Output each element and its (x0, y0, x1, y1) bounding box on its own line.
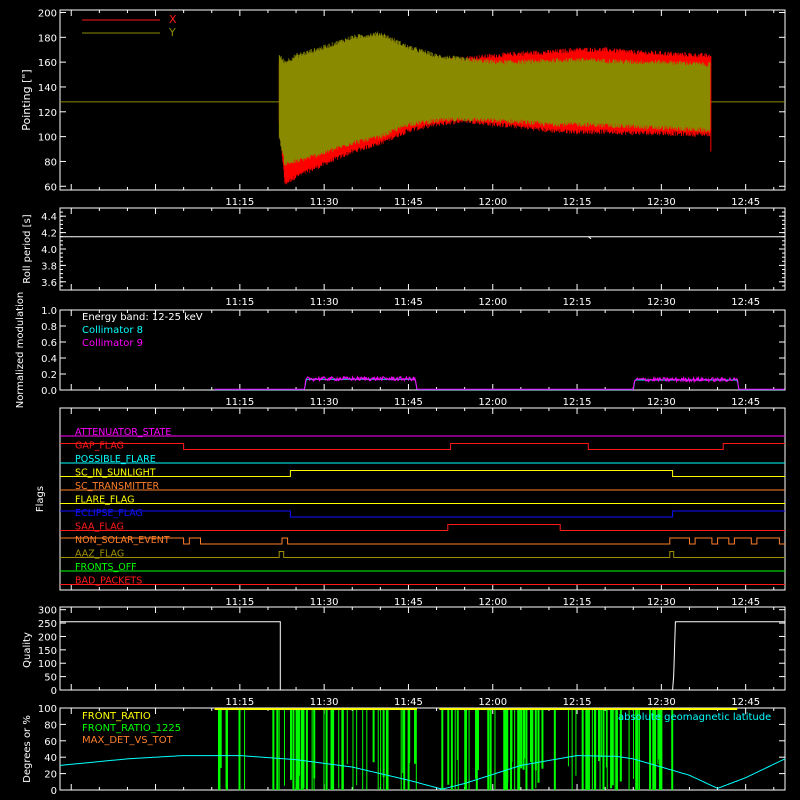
time-tick-label: 11:30 (310, 597, 339, 608)
collimator8-annotation: Collimator 8 (82, 325, 143, 336)
time-tick-label: 12:45 (731, 397, 760, 408)
time-tick-label: 12:15 (563, 697, 592, 708)
modulation-ylabel-text: Normalized modulation (15, 292, 26, 409)
time-tick-label: 12:30 (647, 397, 676, 408)
y-tick-label: 3.8 (41, 261, 57, 272)
time-tick-label: 11:30 (310, 697, 339, 708)
y-tick-label: 4.4 (41, 212, 57, 223)
y-tick-label: 1.0 (41, 306, 57, 317)
time-tick-label: 11:45 (394, 597, 423, 608)
y-tick-label: 4.2 (41, 229, 57, 240)
y-tick-label: 80 (44, 157, 57, 168)
y-tick-label: 80 (44, 720, 57, 731)
flag-label: GAP_FLAG (75, 441, 124, 452)
time-tick-label: 11:15 (225, 297, 254, 308)
y-tick-label: 100 (38, 704, 57, 715)
y-tick-label: 120 (38, 108, 57, 119)
y-tick-label: 0.2 (41, 370, 57, 381)
time-tick-label: 11:15 (225, 697, 254, 708)
time-tick-label: 12:45 (731, 297, 760, 308)
flag-label: ECLIPSE_FLAG (75, 508, 143, 519)
flags-ylabel: Flags (35, 486, 46, 512)
legend-front-ratio: FRONT_RATIO (82, 711, 151, 722)
y-tick-label: 200 (38, 632, 57, 643)
collimator9-annotation: Collimator 9 (82, 338, 143, 349)
telemetry-figure: Pointing ["] X Y Roll period [s] Normali… (0, 0, 800, 800)
y-tick-label: 140 (38, 83, 57, 94)
y-tick-label: 200 (38, 8, 57, 19)
time-tick-label: 12:45 (731, 197, 760, 208)
y-tick-label: 100 (38, 133, 57, 144)
y-tick-label: 0.4 (41, 354, 57, 365)
time-tick-label: 11:15 (225, 597, 254, 608)
energy-band-annotation: Energy band: 12-25 keV (82, 312, 203, 323)
legend-max-det: MAX_DET_VS_TOT (82, 735, 174, 746)
time-tick-label: 12:00 (478, 697, 507, 708)
time-tick-label: 12:30 (647, 197, 676, 208)
y-tick-label: 3.6 (41, 278, 57, 289)
time-tick-label: 11:15 (225, 197, 254, 208)
y-tick-label: 300 (38, 606, 57, 617)
y-tick-label: 0.0 (41, 386, 57, 397)
y-tick-label: 40 (44, 753, 57, 764)
time-tick-label: 12:30 (647, 697, 676, 708)
time-tick-label: 11:45 (394, 297, 423, 308)
y-tick-label: 60 (44, 737, 57, 748)
y-tick-label: 180 (38, 33, 57, 44)
y-tick-label: 0.8 (41, 322, 57, 333)
y-tick-label: 50 (44, 673, 57, 684)
y-tick-label: 0.6 (41, 338, 57, 349)
legend-front-ratio-1225: FRONT_RATIO_1225 (82, 723, 181, 734)
y-tick-label: 250 (38, 619, 57, 630)
time-tick-label: 12:30 (647, 597, 676, 608)
time-tick-label: 12:15 (563, 397, 592, 408)
time-tick-label: 12:15 (563, 297, 592, 308)
legend-geomag-latitude: absolute geomagnetic latitude (618, 712, 771, 723)
time-tick-label: 12:00 (478, 297, 507, 308)
time-tick-label: 12:15 (563, 197, 592, 208)
y-tick-label: 4.0 (41, 245, 57, 256)
ratio-ylabel: Degrees or % (22, 715, 33, 783)
time-tick-label: 12:45 (731, 597, 760, 608)
time-tick-label: 11:30 (310, 297, 339, 308)
roll-ylabel: Roll period [s] (22, 214, 33, 283)
time-tick-label: 11:45 (394, 397, 423, 408)
time-tick-label: 11:45 (394, 697, 423, 708)
legend-x-label: X (169, 13, 177, 26)
modulation-ylabel: Normalized modulation (15, 292, 26, 409)
y-tick-label: 100 (38, 659, 57, 670)
time-tick-label: 12:00 (478, 397, 507, 408)
time-tick-label: 12:15 (563, 597, 592, 608)
legend-y-label: Y (168, 26, 176, 39)
y-tick-label: 60 (44, 182, 57, 193)
time-tick-label: 12:00 (478, 597, 507, 608)
y-tick-label: 20 (44, 770, 57, 781)
time-tick-label: 12:30 (647, 297, 676, 308)
quality-ylabel: Quality (22, 632, 33, 668)
flag-label: NON_SOLAR_EVENT (75, 535, 170, 546)
time-tick-label: 12:45 (731, 697, 760, 708)
time-tick-label: 11:30 (310, 397, 339, 408)
y-tick-label: 160 (38, 58, 57, 69)
pointing-ylabel: Pointing ["] (20, 69, 33, 130)
time-tick-label: 11:15 (225, 397, 254, 408)
y-tick-label: 150 (38, 646, 57, 657)
time-tick-label: 12:00 (478, 197, 507, 208)
time-tick-label: 11:30 (310, 197, 339, 208)
time-tick-label: 11:45 (394, 197, 423, 208)
y-tick-label: 0 (51, 786, 57, 797)
y-tick-label: 0 (51, 686, 57, 697)
